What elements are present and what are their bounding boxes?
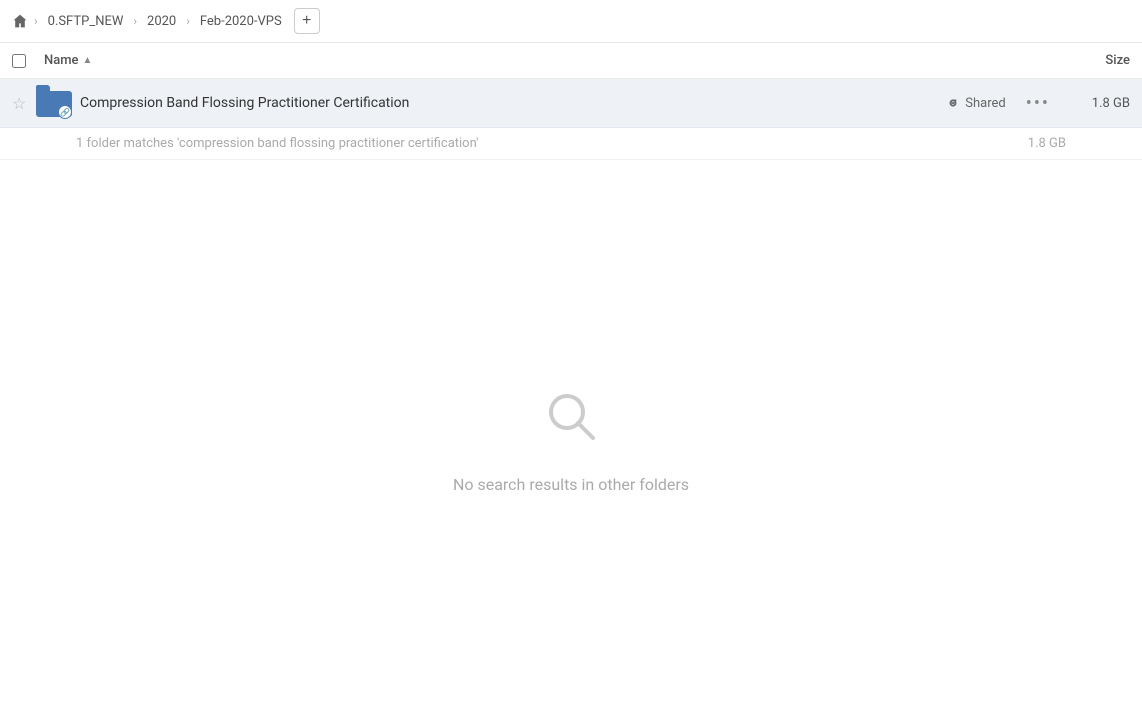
match-info-text: 1 folder matches 'compression band floss… — [76, 136, 478, 151]
match-info-size: 1.8 GB — [1028, 136, 1066, 151]
match-info-bar: 1 folder matches 'compression band floss… — [0, 128, 1142, 160]
search-empty-icon — [541, 386, 601, 446]
empty-state-text: No search results in other folders — [453, 475, 689, 494]
name-column-label: Name — [44, 53, 79, 68]
star-icon: ☆ — [12, 94, 26, 113]
shared-indicator[interactable]: Shared — [946, 96, 1005, 111]
header-checkbox-cell[interactable] — [12, 54, 44, 68]
file-size: 1.8 GB — [1070, 96, 1130, 111]
column-header: Name ▲ Size — [0, 43, 1142, 79]
shared-label: Shared — [965, 96, 1005, 111]
file-row[interactable]: ☆ 🔗 Compression Band Flossing Practition… — [0, 79, 1142, 128]
more-options-button[interactable]: ••• — [1022, 93, 1054, 114]
add-breadcrumb-button[interactable]: + — [294, 8, 320, 34]
sort-arrow-icon: ▲ — [83, 55, 93, 66]
select-all-checkbox[interactable] — [12, 54, 26, 68]
folder-icon-container: 🔗 — [36, 85, 72, 121]
home-icon — [12, 13, 28, 29]
link-icon — [946, 96, 960, 110]
empty-state-search-icon — [541, 386, 601, 459]
file-name[interactable]: Compression Band Flossing Practitioner C… — [80, 95, 946, 111]
breadcrumb-item-feb[interactable]: Feb-2020-VPS — [196, 12, 286, 31]
main-container: › 0.SFTP_NEW › 2020 › Feb-2020-VPS + Nam… — [0, 0, 1142, 720]
breadcrumb-sep-2: › — [133, 14, 137, 28]
star-button[interactable]: ☆ — [12, 94, 36, 113]
breadcrumb-bar: › 0.SFTP_NEW › 2020 › Feb-2020-VPS + — [0, 0, 1142, 43]
link-badge-icon: 🔗 — [60, 108, 70, 117]
column-name-header[interactable]: Name ▲ — [44, 53, 1050, 68]
breadcrumb-item-sftp[interactable]: 0.SFTP_NEW — [44, 12, 128, 31]
breadcrumb-item-2020[interactable]: 2020 — [143, 12, 180, 31]
breadcrumb-sep-3: › — [186, 14, 190, 28]
home-breadcrumb[interactable] — [12, 13, 28, 29]
breadcrumb-sep-1: › — [34, 14, 38, 28]
column-size-header[interactable]: Size — [1050, 53, 1130, 68]
empty-state: No search results in other folders — [0, 160, 1142, 720]
